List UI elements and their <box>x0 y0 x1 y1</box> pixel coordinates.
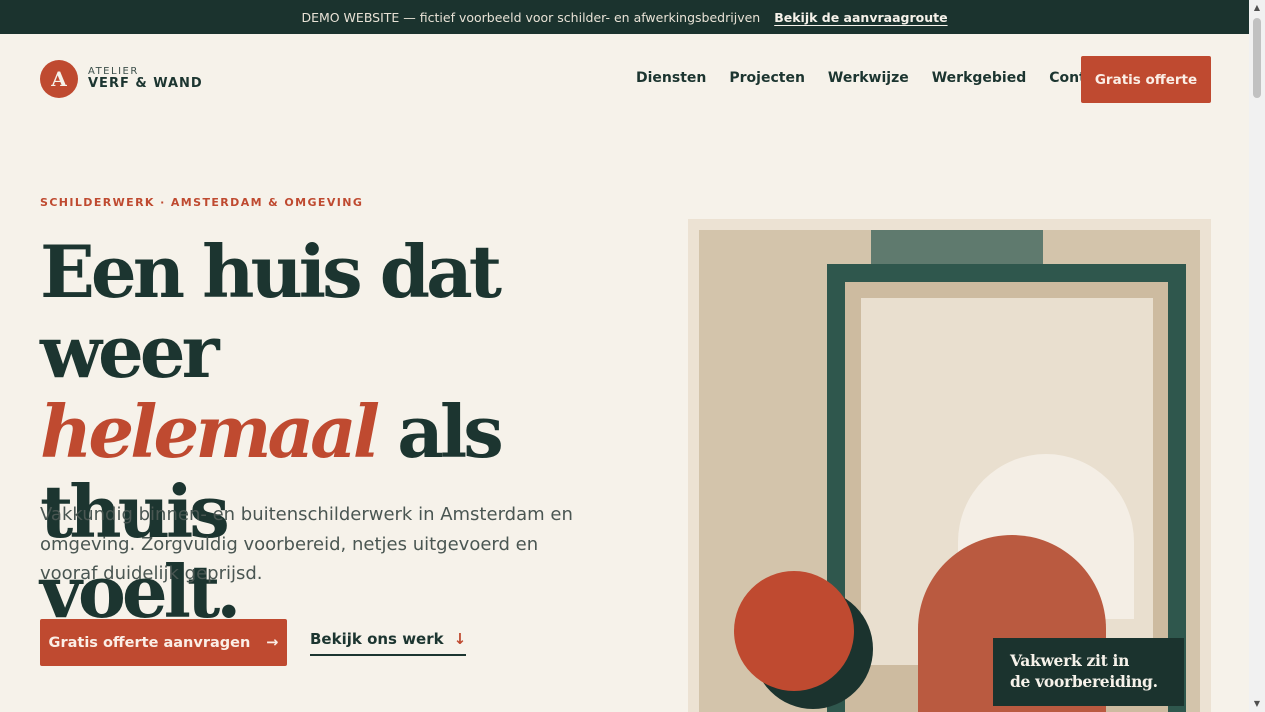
page-scrollbar[interactable]: ▲ ▼ <box>1249 0 1265 712</box>
scroll-up-icon[interactable]: ▲ <box>1249 0 1265 16</box>
badge-line-1: Vakwerk zit in <box>1010 651 1130 670</box>
logo-wordmark: ATELIER VERF & WAND <box>88 66 203 92</box>
view-work-label: Bekijk ons werk <box>310 630 444 648</box>
header-quote-button[interactable]: Gratis offerte <box>1081 56 1211 103</box>
hero-eyebrow: SCHILDERWERK · AMSTERDAM & OMGEVING <box>40 196 364 209</box>
scrollbar-thumb[interactable] <box>1253 18 1261 98</box>
brand-line-2: VERF & WAND <box>88 76 203 92</box>
headline-line-1: Een huis dat weer <box>40 229 502 394</box>
green-stripe-shape <box>871 230 1043 265</box>
craft-quote-badge: Vakwerk zit in de voorbereiding. <box>993 638 1184 706</box>
view-work-link[interactable]: Bekijk ons werk ↓ <box>310 630 467 656</box>
request-quote-label: Gratis offerte aanvragen <box>48 634 251 651</box>
scroll-down-icon[interactable]: ▼ <box>1249 696 1265 712</box>
main-navigation: Diensten Projecten Werkwijze Werkgebied … <box>636 70 1110 86</box>
orange-circle-shape <box>734 571 854 691</box>
request-quote-button[interactable]: Gratis offerte aanvragen → <box>40 619 287 666</box>
site-header: A ATELIER VERF & WAND Diensten Projecten… <box>0 34 1249 124</box>
demo-notice-text: DEMO WEBSITE — fictief voorbeeld voor sc… <box>301 9 761 25</box>
badge-line-2: de voorbereiding. <box>1010 672 1158 691</box>
request-route-link[interactable]: Bekijk de aanvraagroute <box>774 10 947 25</box>
nav-item-projecten[interactable]: Projecten <box>729 70 805 86</box>
nav-item-diensten[interactable]: Diensten <box>636 70 706 86</box>
headline-accent-word: helemaal <box>40 389 380 474</box>
nav-item-werkgebied[interactable]: Werkgebied <box>932 70 1027 86</box>
brand-logo[interactable]: A ATELIER VERF & WAND <box>40 60 203 98</box>
nav-item-werkwijze[interactable]: Werkwijze <box>828 70 909 86</box>
arrow-right-icon: → <box>266 634 279 651</box>
demo-announcement-bar: DEMO WEBSITE — fictief voorbeeld voor sc… <box>0 0 1249 34</box>
arrow-down-icon: ↓ <box>453 630 467 648</box>
hero-intro-text: Vakkundig binnen- en buitenschilderwerk … <box>40 504 573 584</box>
logo-mark-icon: A <box>40 60 78 98</box>
